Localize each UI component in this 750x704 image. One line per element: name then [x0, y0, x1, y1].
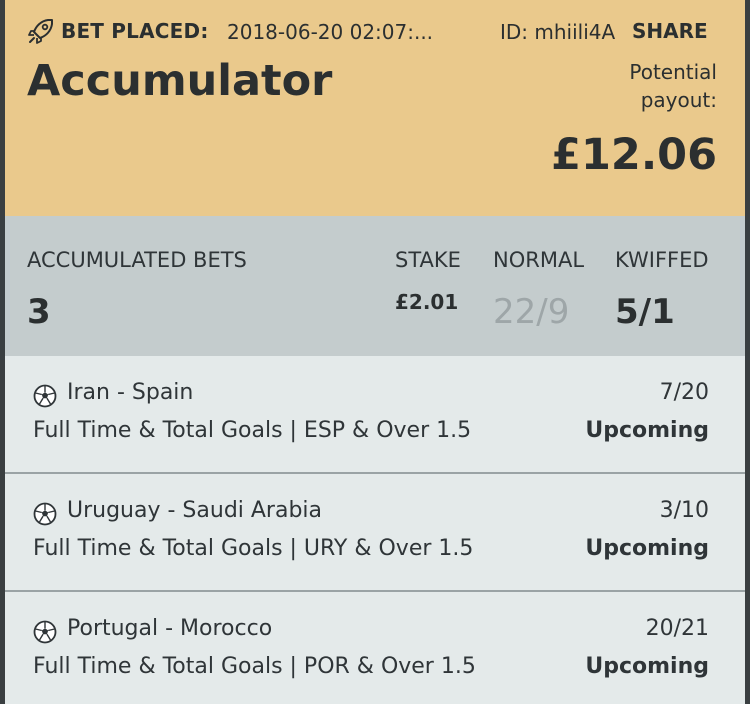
bet-leg: Portugal - Morocco 20/21 Full Time & Tot…: [5, 592, 745, 704]
bet-placed-date: 2018-06-20 02:07:...: [227, 20, 434, 44]
leg-odds: 7/20: [659, 380, 709, 405]
potential-payout-value: £12.06: [551, 130, 717, 180]
bet-header: BET PLACED: 2018-06-20 02:07:... ID: mhi…: [5, 0, 745, 216]
leg-status: Upcoming: [585, 654, 709, 679]
leg-odds: 3/10: [659, 498, 709, 523]
leg-match: Iran - Spain: [67, 380, 194, 405]
kwiffed-odds-value: 5/1: [615, 292, 675, 332]
potential-payout-label: Potential payout:: [629, 60, 717, 112]
accumulated-bets-label: ACCUMULATED BETS: [27, 248, 247, 272]
bet-card: BET PLACED: 2018-06-20 02:07:... ID: mhi…: [5, 0, 745, 704]
bet-placed-label: BET PLACED:: [61, 19, 209, 43]
normal-odds-label: NORMAL: [493, 248, 585, 272]
stake-label: STAKE: [395, 248, 461, 272]
bet-leg: Uruguay - Saudi Arabia 3/10 Full Time & …: [5, 474, 745, 592]
stake-value: £2.01: [395, 290, 459, 314]
soccer-ball-icon: [33, 620, 57, 644]
bet-summary: ACCUMULATED BETS 3 STAKE £2.01 NORMAL 22…: [5, 216, 745, 356]
leg-odds: 20/21: [645, 616, 709, 641]
bet-id: ID: mhiili4A: [500, 20, 616, 44]
leg-status: Upcoming: [585, 418, 709, 443]
bet-leg: Iran - Spain 7/20 Full Time & Total Goal…: [5, 356, 745, 474]
leg-status: Upcoming: [585, 536, 709, 561]
accumulated-bets-value: 3: [27, 292, 51, 332]
soccer-ball-icon: [33, 384, 57, 408]
soccer-ball-icon: [33, 502, 57, 526]
share-button[interactable]: SHARE: [632, 19, 708, 43]
rocket-icon: [28, 19, 53, 44]
leg-market: Full Time & Total Goals | POR & Over 1.5: [33, 654, 476, 679]
normal-odds-value: 22/9: [493, 292, 570, 332]
leg-market: Full Time & Total Goals | URY & Over 1.5: [33, 536, 474, 561]
leg-match: Portugal - Morocco: [67, 616, 273, 641]
leg-match: Uruguay - Saudi Arabia: [67, 498, 323, 523]
leg-market: Full Time & Total Goals | ESP & Over 1.5: [33, 418, 472, 443]
bet-type-title: Accumulator: [27, 56, 333, 106]
kwiffed-odds-label: KWIFFED: [615, 248, 709, 272]
